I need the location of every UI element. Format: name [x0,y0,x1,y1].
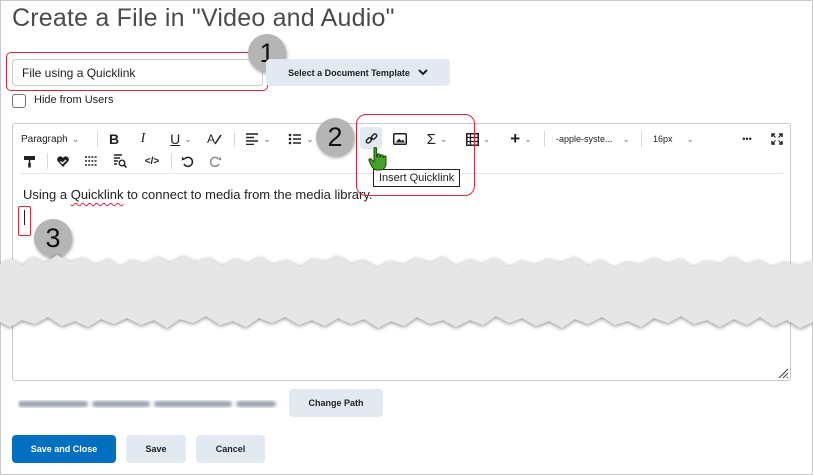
toolbar-divider [234,131,235,147]
chevron-down-icon: ⌄ [184,133,192,144]
toolbar-divider [544,131,545,147]
word-count-icon [85,156,97,166]
hand-pointer-cursor-icon [368,147,387,171]
chevron-down-icon: ⌄ [622,133,631,144]
resize-grip-icon[interactable] [777,367,789,379]
title-input[interactable]: File using a Quicklink [12,59,263,86]
insert-image-button[interactable] [390,129,410,149]
editor-text-link-word: Quicklink [70,187,124,202]
undo-button[interactable] [178,151,196,171]
torn-paper-divider [0,255,813,328]
align-dropdown[interactable]: ⌄ [243,129,273,149]
chevron-down-icon: ⌄ [482,133,491,144]
toolbar-divider [171,153,172,169]
align-left-icon [246,133,259,145]
chevron-down-icon: ⌄ [439,133,448,144]
chevron-down-icon: ⌄ [524,133,532,144]
bullet-list-icon [288,133,302,145]
equation-dropdown[interactable]: Σ ⌄ [423,129,451,149]
editor-text-before: Using a [23,187,71,202]
more-options-button[interactable]: ••• [737,129,757,149]
accessibility-check-icon [57,155,69,167]
font-size-dropdown[interactable]: 16px ⌄ [653,129,699,149]
cancel-button[interactable]: Cancel [196,435,265,463]
table-dropdown[interactable]: ⌄ [464,129,492,149]
expand-icon [771,133,783,145]
insert-dropdown[interactable]: + ⌄ [507,129,535,149]
change-path-button[interactable]: Change Path [289,389,383,417]
redo-button[interactable] [206,151,224,171]
preview-button[interactable] [111,151,129,171]
table-icon [465,132,479,146]
sigma-icon: Σ [426,130,436,148]
text-color-icon[interactable]: A [205,129,223,149]
text-cursor [24,210,25,225]
paragraph-format-dropdown[interactable]: Paragraph ⌄ [21,129,79,149]
chevron-down-icon: ⌄ [686,133,695,144]
font-family-dropdown[interactable]: -apple-syste... ⌄ [556,129,632,149]
underline-icon: U [170,131,181,147]
chevron-down-icon: ⌄ [263,133,271,144]
select-template-button[interactable]: Select a Document Template [266,59,450,86]
word-count-button[interactable] [82,151,100,171]
callout-badge-2: 2 [316,118,354,156]
toolbar-divider [47,153,48,169]
select-template-label: Select a Document Template [288,67,410,78]
italic-button[interactable]: I [135,129,151,149]
redo-icon [209,156,221,167]
hide-from-users-checkbox[interactable] [12,94,26,108]
source-code-button[interactable]: </> [141,151,163,171]
paint-roller-icon [23,155,35,167]
code-icon: </> [144,155,160,167]
paragraph-format-label: Paragraph [21,133,68,145]
chevron-down-icon: ⌄ [71,133,80,144]
underline-dropdown[interactable]: U ⌄ [165,129,197,149]
toolbar-divider [97,131,98,147]
list-dropdown[interactable]: ⌄ [286,129,316,149]
preview-icon [114,154,127,168]
save-and-close-button[interactable]: Save and Close [12,435,116,463]
toolbar-divider [641,131,642,147]
accessibility-checker-button[interactable] [54,151,72,171]
font-family-label: -apple-syste... [556,134,613,144]
save-button[interactable]: Save [126,435,186,463]
file-path-blurred [18,401,276,407]
bold-button[interactable]: B [105,129,123,149]
link-icon [365,132,377,144]
image-icon [393,133,407,145]
format-painter-button[interactable] [20,151,38,171]
font-size-label: 16px [653,134,673,144]
editor-content[interactable]: Using a Quicklink to connect to media fr… [23,187,373,202]
page-title: Create a File in "Video and Audio" [12,4,395,32]
fullscreen-button[interactable] [769,129,785,149]
plus-icon: + [510,129,521,148]
svg-text:A: A [207,132,215,146]
hide-from-users-label: Hide from Users [34,94,114,106]
chevron-down-icon [418,69,428,76]
editor-text-after: to connect to media from the media libra… [123,187,373,202]
chevron-down-icon: ⌄ [306,133,314,144]
undo-icon [181,156,193,167]
